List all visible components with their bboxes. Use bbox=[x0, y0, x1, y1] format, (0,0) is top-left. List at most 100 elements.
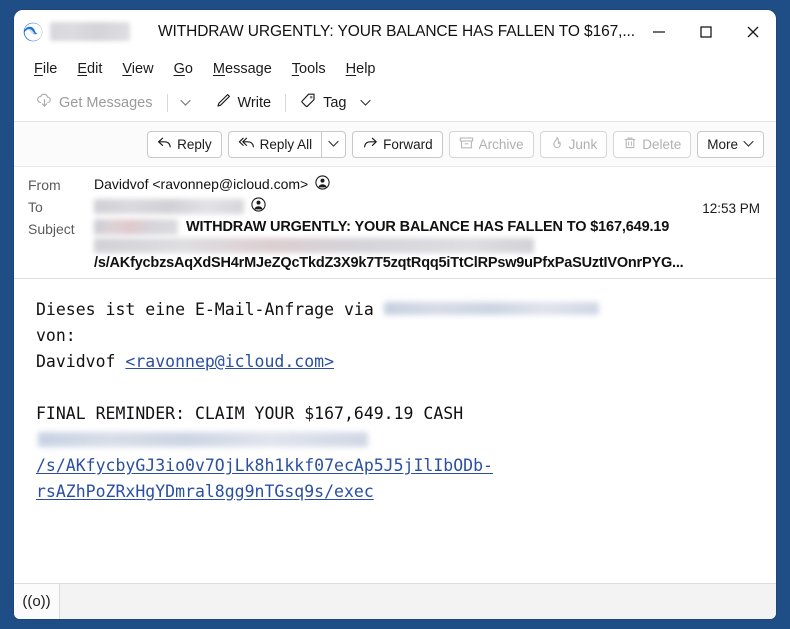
menu-go-label: o bbox=[184, 60, 193, 77]
body-link-line-1[interactable]: /s/AKfycbyGJ3io0v7OjLk8h1kkf07ecAp5J5jIl… bbox=[36, 453, 756, 479]
trash-icon bbox=[623, 136, 637, 153]
more-button[interactable]: More bbox=[697, 130, 764, 158]
junk-button[interactable]: Junk bbox=[539, 130, 608, 158]
menu-help-accel: H bbox=[345, 60, 357, 77]
menu-edit-accel: E bbox=[77, 60, 88, 77]
subject-value-wrap: WITHDRAW URGENTLY: YOUR BALANCE HAS FALL… bbox=[94, 219, 762, 235]
title-bar: WITHDRAW URGENTLY: YOUR BALANCE HAS FALL… bbox=[14, 10, 776, 53]
write-label: Write bbox=[237, 94, 272, 111]
get-messages-button[interactable]: Get Messages bbox=[28, 88, 161, 117]
menu-view[interactable]: View bbox=[113, 58, 162, 80]
menu-go[interactable]: Go bbox=[165, 58, 202, 80]
close-button[interactable] bbox=[729, 10, 776, 53]
reply-label: Reply bbox=[177, 136, 212, 152]
toolbar-separator-1 bbox=[166, 93, 168, 112]
reply-all-dropdown[interactable] bbox=[321, 130, 347, 158]
from-value-wrap: Davidvof <ravonnep@icloud.com> bbox=[94, 175, 762, 193]
subject-label: Subject bbox=[28, 221, 75, 237]
tag-button[interactable]: Tag bbox=[292, 88, 354, 117]
menu-file-accel: F bbox=[34, 60, 43, 77]
body-sender-name: Davidvof bbox=[36, 352, 126, 371]
delete-button[interactable]: Delete bbox=[613, 130, 692, 158]
forward-button[interactable]: Forward bbox=[352, 130, 443, 158]
subject-line-2: /s/AKfycbzsAqXdSH4rMJeZQcTkdZ3X9k7T5zqtR… bbox=[94, 255, 684, 271]
thunderbird-icon bbox=[23, 22, 43, 42]
menu-bar: File Edit View Go Message Tools Help bbox=[14, 53, 776, 84]
menu-go-accel: G bbox=[173, 60, 185, 77]
forward-group: Forward bbox=[352, 130, 443, 158]
message-body: com Dieses ist eine E-Mail-Anfrage via v… bbox=[14, 279, 776, 562]
menu-message-accel: M bbox=[212, 60, 226, 77]
tag-icon bbox=[300, 92, 317, 113]
toolbar-separator-2 bbox=[285, 93, 287, 112]
status-bar: ((o)) bbox=[14, 583, 776, 619]
menu-tools[interactable]: Tools bbox=[283, 58, 335, 80]
get-messages-label: Get Messages bbox=[59, 94, 153, 111]
subject-sender-redaction bbox=[94, 219, 178, 235]
delete-group: Delete bbox=[613, 130, 692, 158]
download-cloud-icon bbox=[36, 92, 53, 113]
from-value[interactable]: Davidvof <ravonnep@icloud.com> bbox=[94, 176, 308, 192]
to-contact-avatar-icon[interactable] bbox=[251, 197, 266, 215]
reply-group: Reply bbox=[147, 130, 222, 158]
reply-button[interactable]: Reply bbox=[147, 130, 222, 158]
flame-icon bbox=[550, 136, 564, 153]
to-value-redaction bbox=[94, 198, 244, 214]
thunderbird-window: WITHDRAW URGENTLY: YOUR BALANCE HAS FALL… bbox=[14, 10, 776, 619]
tag-dropdown[interactable] bbox=[354, 90, 377, 116]
junk-group: Junk bbox=[539, 130, 608, 158]
message-header: PCrisk 12:53 PM From Davidvof <ravonnep@… bbox=[14, 167, 776, 279]
menu-view-label: iew bbox=[131, 60, 154, 77]
header-row-subject: Subject WITHDRAW URGENTLY: YOUR BALANCE … bbox=[14, 217, 776, 237]
body-link-line-2[interactable]: rsAZhPoZRxHgYDmral8gg9nTGsq9s/exec bbox=[36, 479, 756, 505]
body-line-1: Dieses ist eine E-Mail-Anfrage via bbox=[36, 297, 756, 323]
forward-arrow-icon bbox=[362, 136, 378, 152]
menu-help-label: elp bbox=[356, 60, 376, 77]
reply-all-group: Reply All bbox=[227, 130, 347, 158]
reply-all-button[interactable]: Reply All bbox=[227, 130, 322, 158]
contact-avatar-icon[interactable] bbox=[315, 175, 330, 193]
body-line-5-redaction bbox=[38, 432, 368, 447]
header-row-from: From Davidvof <ravonnep@icloud.com> bbox=[14, 173, 776, 195]
body-line-1-text: Dieses ist eine E-Mail-Anfrage via bbox=[36, 300, 384, 319]
maximize-button[interactable] bbox=[682, 10, 729, 53]
archive-box-icon bbox=[459, 136, 474, 153]
menu-file[interactable]: File bbox=[25, 58, 66, 80]
subject-secondary-redaction bbox=[94, 238, 534, 253]
window-title: WITHDRAW URGENTLY: YOUR BALANCE HAS FALL… bbox=[158, 22, 635, 40]
get-messages-dropdown[interactable] bbox=[174, 90, 197, 116]
body-line-2: von: bbox=[36, 326, 76, 345]
to-value-wrap bbox=[94, 197, 762, 215]
from-label: From bbox=[28, 177, 61, 193]
menu-tools-accel: T bbox=[291, 60, 300, 77]
forward-label: Forward bbox=[383, 136, 433, 152]
menu-edit[interactable]: Edit bbox=[68, 58, 111, 80]
subject-line-2-wrap: /s/AKfycbzsAqXdSH4rMJeZQcTkdZ3X9k7T5zqtR… bbox=[14, 238, 776, 278]
pencil-icon bbox=[215, 92, 232, 113]
menu-help[interactable]: Help bbox=[337, 58, 385, 80]
online-status-icon[interactable]: ((o)) bbox=[14, 584, 60, 619]
body-sender-email-link[interactable]: <ravonnep@icloud.com> bbox=[125, 352, 334, 371]
body-line-1-redaction bbox=[383, 302, 599, 315]
reply-arrow-icon bbox=[157, 136, 172, 152]
menu-tools-label: ools bbox=[299, 60, 326, 77]
delete-label: Delete bbox=[642, 136, 682, 152]
menu-message[interactable]: Message bbox=[204, 58, 281, 80]
subject-line-1: WITHDRAW URGENTLY: YOUR BALANCE HAS FALL… bbox=[186, 219, 670, 235]
minimize-button[interactable] bbox=[635, 10, 682, 53]
tag-label: Tag bbox=[323, 94, 347, 111]
archive-button[interactable]: Archive bbox=[448, 130, 534, 158]
more-group: More bbox=[697, 130, 764, 158]
reply-all-label: Reply All bbox=[259, 136, 313, 152]
menu-view-accel: V bbox=[122, 60, 132, 77]
write-button[interactable]: Write bbox=[207, 88, 280, 117]
message-time: 12:53 PM bbox=[702, 201, 760, 216]
header-row-to: To bbox=[14, 195, 776, 217]
message-action-bar: Reply Reply All Forward Archive Junk Del… bbox=[14, 122, 776, 167]
title-account-redaction bbox=[50, 22, 130, 41]
body-line-3: Davidvof <ravonnep@icloud.com> bbox=[36, 349, 756, 375]
more-label: More bbox=[707, 136, 738, 152]
body-line-4: FINAL REMINDER: CLAIM YOUR $167,649.19 C… bbox=[36, 404, 464, 423]
archive-group: Archive bbox=[448, 130, 534, 158]
